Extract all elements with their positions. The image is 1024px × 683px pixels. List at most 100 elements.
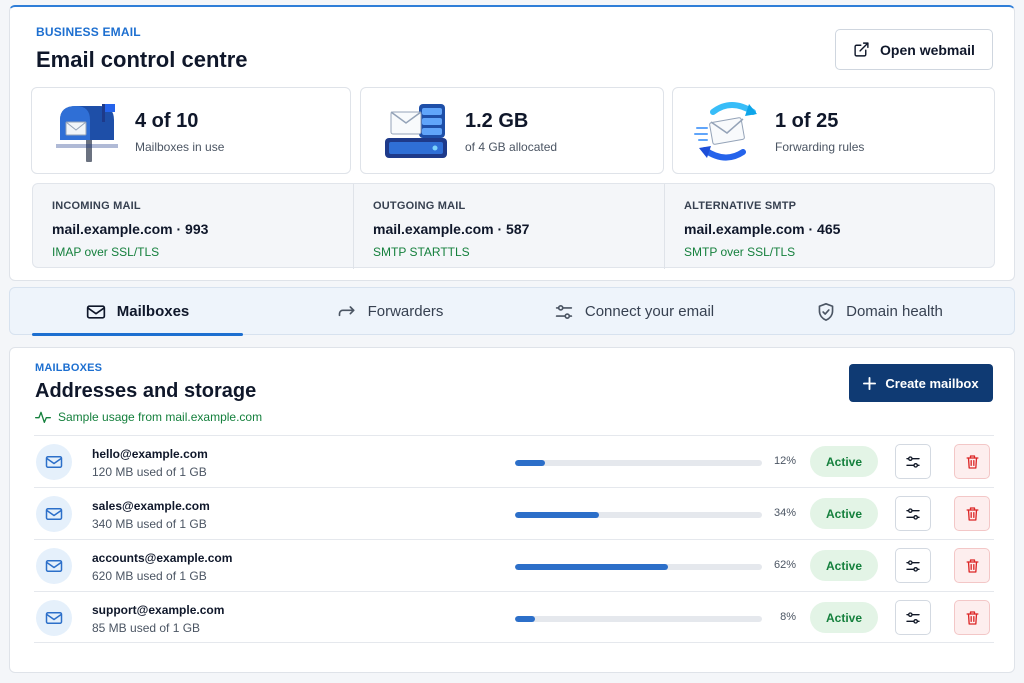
page-title: Email control centre <box>36 47 248 72</box>
delete-mailbox-button[interactable] <box>954 444 990 479</box>
storage-progress-fill <box>515 460 545 466</box>
sliders-icon <box>555 304 573 319</box>
stat-mailboxes-label: Mailboxes in use <box>135 140 225 154</box>
arrow-right-icon <box>338 305 355 316</box>
outgoing-mail-label: OUTGOING MAIL <box>373 200 466 212</box>
stat-storage-value: 1.2 GB <box>465 110 529 132</box>
stat-mailboxes: 4 of 10 Mailboxes in use <box>31 87 351 174</box>
mailbox-row: accounts@example.com 620 MB used of 1 GB… <box>34 539 994 591</box>
open-webmail-label: Open webmail <box>880 41 975 58</box>
mailbox-icon <box>56 104 118 162</box>
open-webmail-button[interactable]: Open webmail <box>835 29 993 70</box>
usage-sample-note: Sample usage from mail.example.com <box>35 410 262 424</box>
mailbox-settings-button[interactable] <box>895 548 931 583</box>
trash-icon <box>966 558 978 573</box>
plus-icon <box>863 376 877 390</box>
storage-percent: 62% <box>773 559 796 571</box>
storage-percent: 12% <box>773 455 796 467</box>
mailbox-address: sales@example.com <box>92 499 210 513</box>
status-badge: Active <box>810 602 878 633</box>
delete-mailbox-button[interactable] <box>954 548 990 583</box>
envelope-icon <box>86 304 105 319</box>
mailbox-usage: 85 MB used of 1 GB <box>92 621 201 635</box>
mailbox-settings-button[interactable] <box>895 496 931 531</box>
alternative-smtp-label: ALTERNATIVE SMTP <box>684 200 797 212</box>
mailbox-avatar <box>36 496 72 532</box>
alternative-smtp-host: mail.example.com · 465 <box>684 221 841 237</box>
mailbox-row: sales@example.com 340 MB used of 1 GB 34… <box>34 487 994 539</box>
stat-storage-label: of 4 GB allocated <box>465 140 558 154</box>
outgoing-mail-host: mail.example.com · 587 <box>373 221 530 237</box>
mailbox-avatar <box>36 600 72 636</box>
stat-forwarding: 1 of 25 Forwarding rules <box>672 87 995 174</box>
storage-progress-fill <box>515 512 599 518</box>
incoming-mail-server: INCOMING MAIL mail.example.com · 993 IMA… <box>33 184 353 269</box>
stat-forwarding-value: 1 of 25 <box>775 110 839 132</box>
mailbox-row: hello@example.com 120 MB used of 1 GB 12… <box>34 435 994 487</box>
tab-domain-health-label: Domain health <box>846 303 943 320</box>
sliders-icon <box>906 455 920 468</box>
stat-storage: 1.2 GB of 4 GB allocated <box>360 87 664 174</box>
activity-icon <box>35 411 51 423</box>
sliders-icon <box>906 559 920 572</box>
alternative-smtp-server: ALTERNATIVE SMTP mail.example.com · 465 … <box>664 184 994 269</box>
tab-connect-label: Connect your email <box>584 303 715 320</box>
tab-mailboxes[interactable]: Mailboxes <box>32 288 243 336</box>
alternative-smtp-security: SMTP over SSL/TLS <box>684 245 796 259</box>
outgoing-mail-security: SMTP STARTTLS <box>373 245 470 259</box>
mail-server-icon <box>385 104 447 158</box>
envelope-icon <box>45 456 63 468</box>
shield-check-icon <box>818 302 834 321</box>
mailbox-address: support@example.com <box>92 603 225 617</box>
usage-sample-text: Sample usage from mail.example.com <box>58 410 263 424</box>
mailboxes-card: MAILBOXES Addresses and storage Sample u… <box>9 347 1015 673</box>
storage-progress-bar <box>515 460 762 466</box>
envelope-icon <box>45 612 63 624</box>
trash-icon <box>966 506 978 521</box>
status-badge: Active <box>810 550 878 581</box>
forwarding-icon <box>694 102 757 161</box>
mailbox-address: accounts@example.com <box>92 551 233 565</box>
mailbox-settings-button[interactable] <box>895 600 931 635</box>
storage-progress-bar <box>515 616 762 622</box>
create-mailbox-button[interactable]: Create mailbox <box>849 364 993 402</box>
outgoing-mail-server: OUTGOING MAIL mail.example.com · 587 SMT… <box>353 184 664 269</box>
sliders-icon <box>906 611 920 624</box>
stat-mailboxes-value: 4 of 10 <box>135 110 199 132</box>
incoming-mail-security: IMAP over SSL/TLS <box>52 245 160 259</box>
mailbox-avatar <box>36 444 72 480</box>
tab-bar: Mailboxes Forwarders Connect your email … <box>9 287 1015 336</box>
incoming-mail-host: mail.example.com · 993 <box>52 221 209 237</box>
tab-domain-health[interactable]: Domain health <box>780 288 980 335</box>
tab-forwarders-label: Forwarders <box>367 303 444 320</box>
create-mailbox-label: Create mailbox <box>885 375 979 391</box>
tab-connect-your-email[interactable]: Connect your email <box>520 288 748 335</box>
mailbox-usage: 340 MB used of 1 GB <box>92 517 207 531</box>
storage-progress-fill <box>515 616 535 622</box>
mailbox-usage: 120 MB used of 1 GB <box>92 465 207 479</box>
trash-icon <box>966 454 978 469</box>
storage-percent: 34% <box>773 507 796 519</box>
mailbox-settings-button[interactable] <box>895 444 931 479</box>
mailboxes-title: Addresses and storage <box>35 380 257 402</box>
storage-progress-fill <box>515 564 669 570</box>
external-link-icon <box>854 42 869 57</box>
envelope-icon <box>45 508 63 520</box>
email-overview-card: BUSINESS EMAIL Email control centre Open… <box>9 5 1015 281</box>
trash-icon <box>966 610 978 625</box>
tab-forwarders[interactable]: Forwarders <box>290 288 490 335</box>
storage-progress-bar <box>515 512 762 518</box>
status-badge: Active <box>810 498 878 529</box>
storage-progress-bar <box>515 564 762 570</box>
delete-mailbox-button[interactable] <box>954 496 990 531</box>
section-eyebrow: BUSINESS EMAIL <box>36 25 141 39</box>
mailboxes-eyebrow: MAILBOXES <box>35 362 103 374</box>
mailbox-address: hello@example.com <box>92 447 208 461</box>
mailbox-row: support@example.com 85 MB used of 1 GB 8… <box>34 591 994 643</box>
incoming-mail-label: INCOMING MAIL <box>52 200 141 212</box>
sliders-icon <box>906 507 920 520</box>
mailbox-avatar <box>36 548 72 584</box>
delete-mailbox-button[interactable] <box>954 600 990 635</box>
envelope-icon <box>45 560 63 572</box>
mailbox-usage: 620 MB used of 1 GB <box>92 569 207 583</box>
